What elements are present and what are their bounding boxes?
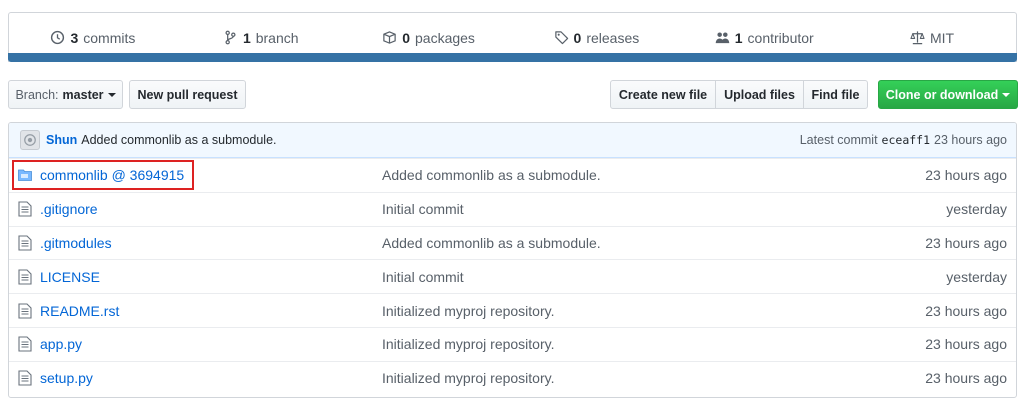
table-row: LICENSE Initial commit yesterday — [9, 259, 1016, 293]
branch-select-button[interactable]: Branch: master — [8, 80, 123, 109]
history-icon — [51, 30, 65, 45]
file-age: yesterday — [946, 201, 1007, 218]
clone-or-download-label: Clone or download — [885, 87, 999, 102]
commit-author[interactable]: Shun — [46, 133, 77, 147]
clone-or-download-button[interactable]: Clone or download — [878, 80, 1018, 109]
releases-label: releases — [586, 29, 640, 46]
file-age: 23 hours ago — [925, 370, 1007, 387]
file-age: 23 hours ago — [925, 167, 1007, 184]
avatar[interactable] — [20, 130, 40, 150]
file-icon — [18, 269, 35, 285]
file-age: 23 hours ago — [925, 336, 1007, 353]
file-name-link[interactable]: app.py — [40, 336, 382, 352]
new-pull-request-label: New pull request — [137, 87, 238, 102]
contributors-label: contributor — [747, 29, 814, 46]
license-label: MIT — [930, 29, 955, 46]
commit-age: 23 hours ago — [934, 133, 1007, 147]
latest-commit-bar: Shun Added commonlib as a submodule. Lat… — [9, 123, 1016, 158]
table-row: .gitignore Initial commit yesterday — [9, 191, 1016, 226]
commit-sha[interactable]: eceaff1 — [882, 133, 930, 147]
file-commit-message[interactable]: Added commonlib as a submodule. — [382, 167, 782, 183]
latest-commit-info: Latest commit eceaff1 23 hours ago — [800, 133, 1007, 147]
packages-count: 0 — [402, 29, 410, 46]
file-age: 23 hours ago — [925, 234, 1007, 251]
upload-files-button[interactable]: Upload files — [715, 80, 804, 109]
file-age: yesterday — [946, 268, 1007, 285]
people-icon — [715, 32, 729, 44]
file-name-link[interactable]: README.rst — [40, 303, 382, 319]
branch-name: master — [62, 87, 104, 102]
branch-icon — [225, 30, 236, 45]
file-table: Shun Added commonlib as a submodule. Lat… — [8, 122, 1017, 398]
package-icon — [383, 31, 396, 44]
file-name-link[interactable]: setup.py — [40, 370, 382, 386]
branch-prefix: Branch: — [15, 87, 59, 102]
create-new-file-label: Create new file — [618, 87, 708, 102]
commit-message[interactable]: Added commonlib as a submodule. — [81, 133, 276, 147]
file-icon — [18, 303, 35, 319]
table-row: README.rst Initialized myproj repository… — [9, 293, 1016, 327]
file-icon — [18, 235, 35, 251]
table-row: commonlib @ 3694915 Added commonlib as a… — [9, 158, 1016, 192]
file-name-link[interactable]: commonlib @ 3694915 — [40, 167, 382, 183]
file-actions-group: Create new file Upload files Find file — [610, 80, 868, 109]
file-commit-message[interactable]: Initialized myproj repository. — [382, 370, 782, 386]
new-pull-request-button[interactable]: New pull request — [129, 80, 246, 109]
branches-count: 1 — [242, 29, 251, 46]
commits-label: commits — [83, 29, 136, 46]
table-row: setup.py Initialized myproj repository. … — [9, 360, 1016, 395]
packages-label: packages — [415, 29, 475, 46]
releases-count: 0 — [573, 29, 582, 46]
file-commit-message[interactable]: Initial commit — [382, 269, 782, 285]
file-icon — [18, 370, 35, 386]
tag-icon — [554, 31, 568, 45]
file-commit-message[interactable]: Added commonlib as a submodule. — [382, 235, 782, 251]
create-new-file-button[interactable]: Create new file — [610, 80, 716, 109]
table-row: app.py Initialized myproj repository. 23… — [9, 326, 1016, 361]
file-commit-message[interactable]: Initialized myproj repository. — [382, 303, 782, 319]
submodule-folder-icon — [18, 167, 35, 183]
language-bar — [8, 53, 1017, 62]
file-name-link[interactable]: .gitmodules — [40, 235, 382, 251]
upload-files-label: Upload files — [724, 87, 795, 102]
find-file-button[interactable]: Find file — [803, 80, 868, 109]
chevron-down-icon — [107, 92, 116, 97]
file-commit-message[interactable]: Initial commit — [382, 201, 782, 217]
file-name-link[interactable]: LICENSE — [40, 269, 382, 285]
file-commit-message[interactable]: Initialized myproj repository. — [382, 336, 782, 352]
commits-count: 3 — [70, 29, 79, 46]
latest-commit-label: Latest commit — [799, 133, 878, 147]
find-file-label: Find file — [811, 87, 860, 102]
contributors-count: 1 — [734, 29, 743, 46]
chevron-down-icon — [1002, 92, 1011, 97]
file-icon — [18, 201, 35, 217]
avatar-identicon-icon — [24, 134, 36, 146]
file-name-link[interactable]: .gitignore — [40, 201, 382, 217]
table-row: .gitmodules Added commonlib as a submodu… — [9, 225, 1016, 260]
file-icon — [18, 336, 35, 352]
file-age: 23 hours ago — [925, 302, 1007, 319]
law-icon — [910, 31, 925, 45]
branches-label: branch — [255, 29, 299, 46]
